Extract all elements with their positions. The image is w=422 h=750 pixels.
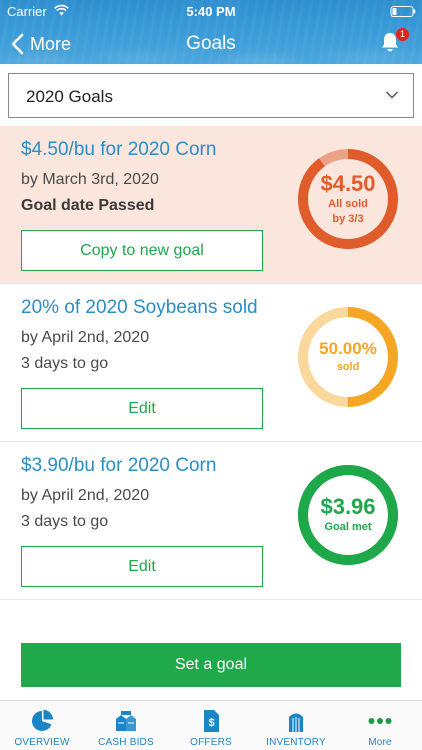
tab-label: CASH BIDS xyxy=(98,737,154,748)
ring-label: sold xyxy=(336,360,360,373)
copy-to-new-goal-button[interactable]: Copy to new goal xyxy=(21,230,263,271)
chevron-down-icon xyxy=(385,91,399,99)
goal-status: 3 days to go xyxy=(21,355,109,372)
goal-title[interactable]: 20% of 2020 Soybeans sold xyxy=(21,297,258,319)
tab-more[interactable]: More xyxy=(338,701,422,750)
ring-value: 50.00% xyxy=(319,338,377,358)
ring-label: Goal met xyxy=(324,521,372,534)
goal-progress-ring: $4.50 All sold by 3/3 xyxy=(297,148,399,250)
tab-label: INVENTORY xyxy=(266,737,326,748)
goal-progress-ring: $3.96 Goal met xyxy=(297,464,399,566)
tab-inventory[interactable]: INVENTORY xyxy=(254,701,338,750)
tab-label: More xyxy=(368,737,392,748)
goal-status: 3 days to go xyxy=(21,513,109,530)
ring-value: $4.50 xyxy=(320,171,376,197)
goal-status: Goal date Passed xyxy=(21,197,155,214)
status-time: 5:40 PM xyxy=(186,4,236,19)
edit-goal-button[interactable]: Edit xyxy=(21,546,263,587)
status-bar: Carrier 5:40 PM xyxy=(0,0,422,22)
tab-label: OVERVIEW xyxy=(14,737,70,748)
battery-icon xyxy=(390,6,416,17)
tab-label: OFFERS xyxy=(190,737,232,748)
goal-date: by March 3rd, 2020 xyxy=(21,171,159,188)
goal-progress-ring: 50.00% sold xyxy=(297,306,399,408)
goal-card: 20% of 2020 Soybeans sold by April 2nd, … xyxy=(0,284,422,442)
navigation-header: Carrier 5:40 PM More Goals 1 xyxy=(0,0,422,64)
tab-bar: OVERVIEW CASH BIDS $ OFFERS INVENTORY Mo… xyxy=(0,700,422,750)
grain-bins-icon xyxy=(116,711,136,731)
pie-chart-icon xyxy=(31,709,54,731)
goal-year-select[interactable]: 2020 Goals xyxy=(8,73,414,118)
edit-goal-button[interactable]: Edit xyxy=(21,388,263,429)
ring-value: $3.96 xyxy=(320,494,376,520)
notifications-button[interactable]: 1 xyxy=(378,28,409,56)
more-dots-icon xyxy=(368,718,392,724)
notification-badge: 1 xyxy=(396,28,409,41)
svg-text:$: $ xyxy=(208,717,214,729)
page-title: Goals xyxy=(186,33,236,54)
tab-overview[interactable]: OVERVIEW xyxy=(0,701,84,750)
goal-date: by April 2nd, 2020 xyxy=(21,329,150,346)
tab-offers[interactable]: $ OFFERS xyxy=(168,701,254,750)
goal-year-select-value: 2020 Goals xyxy=(26,87,113,106)
set-goal-button[interactable]: Set a goal xyxy=(21,643,401,687)
ring-label: All sold by 3/3 xyxy=(328,197,368,226)
goal-date: by April 2nd, 2020 xyxy=(21,487,150,504)
ring-label-line-2: by 3/3 xyxy=(332,212,364,225)
goal-card: $3.90/bu for 2020 Corn by April 2nd, 202… xyxy=(0,442,422,600)
goal-card: $4.50/bu for 2020 Corn by March 3rd, 202… xyxy=(0,126,422,284)
silo-icon xyxy=(289,713,303,732)
document-dollar-icon: $ xyxy=(204,710,219,732)
ring-label-line-1: All sold xyxy=(328,198,368,211)
goal-title[interactable]: $3.90/bu for 2020 Corn xyxy=(21,455,216,477)
tab-cash-bids[interactable]: CASH BIDS xyxy=(84,701,168,750)
goal-title[interactable]: $4.50/bu for 2020 Corn xyxy=(21,139,216,161)
